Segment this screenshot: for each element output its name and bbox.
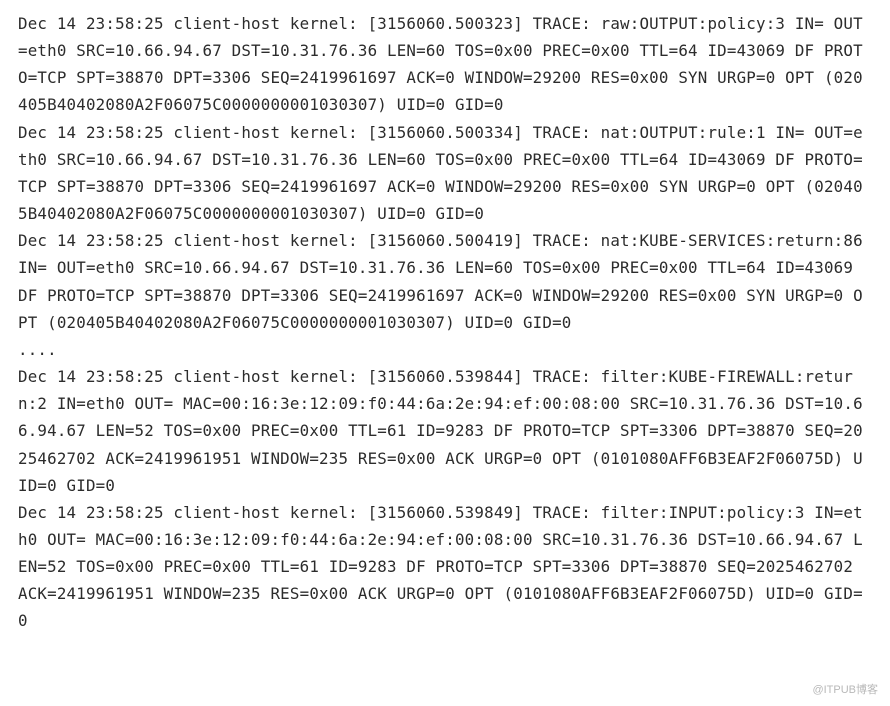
log-line: Dec 14 23:58:25 client-host kernel: [315…	[18, 367, 863, 495]
watermark-label: @ITPUB博客	[812, 681, 878, 700]
log-line: Dec 14 23:58:25 client-host kernel: [315…	[18, 231, 873, 331]
log-line: Dec 14 23:58:25 client-host kernel: [315…	[18, 14, 863, 114]
terminal-log-output: Dec 14 23:58:25 client-host kernel: [315…	[18, 10, 872, 635]
log-line: Dec 14 23:58:25 client-host kernel: [315…	[18, 503, 863, 631]
log-line: Dec 14 23:58:25 client-host kernel: [315…	[18, 123, 863, 223]
log-ellipsis: ....	[18, 340, 57, 359]
